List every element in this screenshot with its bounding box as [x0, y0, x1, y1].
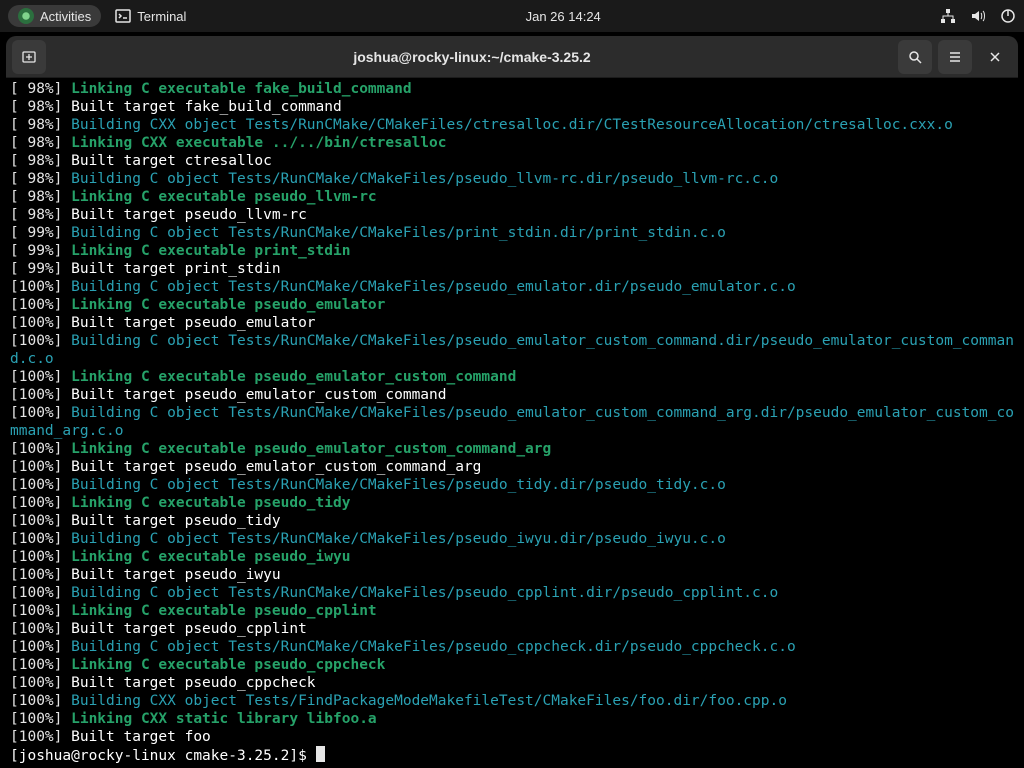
new-tab-button[interactable] [12, 40, 46, 74]
terminal-output[interactable]: [ 98%] Linking C executable fake_build_c… [6, 78, 1018, 768]
terminal-window: joshua@rocky-linux:~/cmake-3.25.2 [ 98%]… [6, 36, 1018, 768]
clock[interactable]: Jan 26 14:24 [526, 9, 601, 24]
titlebar: joshua@rocky-linux:~/cmake-3.25.2 [6, 36, 1018, 78]
activities-button[interactable]: Activities [8, 5, 101, 27]
power-icon[interactable] [1000, 8, 1016, 24]
menu-button[interactable] [938, 40, 972, 74]
app-menu[interactable]: Terminal [115, 8, 186, 24]
close-button[interactable] [978, 40, 1012, 74]
search-button[interactable] [898, 40, 932, 74]
activities-label: Activities [40, 9, 91, 24]
network-icon[interactable] [940, 8, 956, 24]
cursor [316, 746, 325, 762]
app-menu-label: Terminal [137, 9, 186, 24]
window-title: joshua@rocky-linux:~/cmake-3.25.2 [52, 49, 892, 65]
volume-icon[interactable] [970, 8, 986, 24]
gnome-topbar: Activities Terminal Jan 26 14:24 [0, 0, 1024, 32]
activities-logo-icon [18, 8, 34, 24]
terminal-icon [115, 8, 131, 24]
